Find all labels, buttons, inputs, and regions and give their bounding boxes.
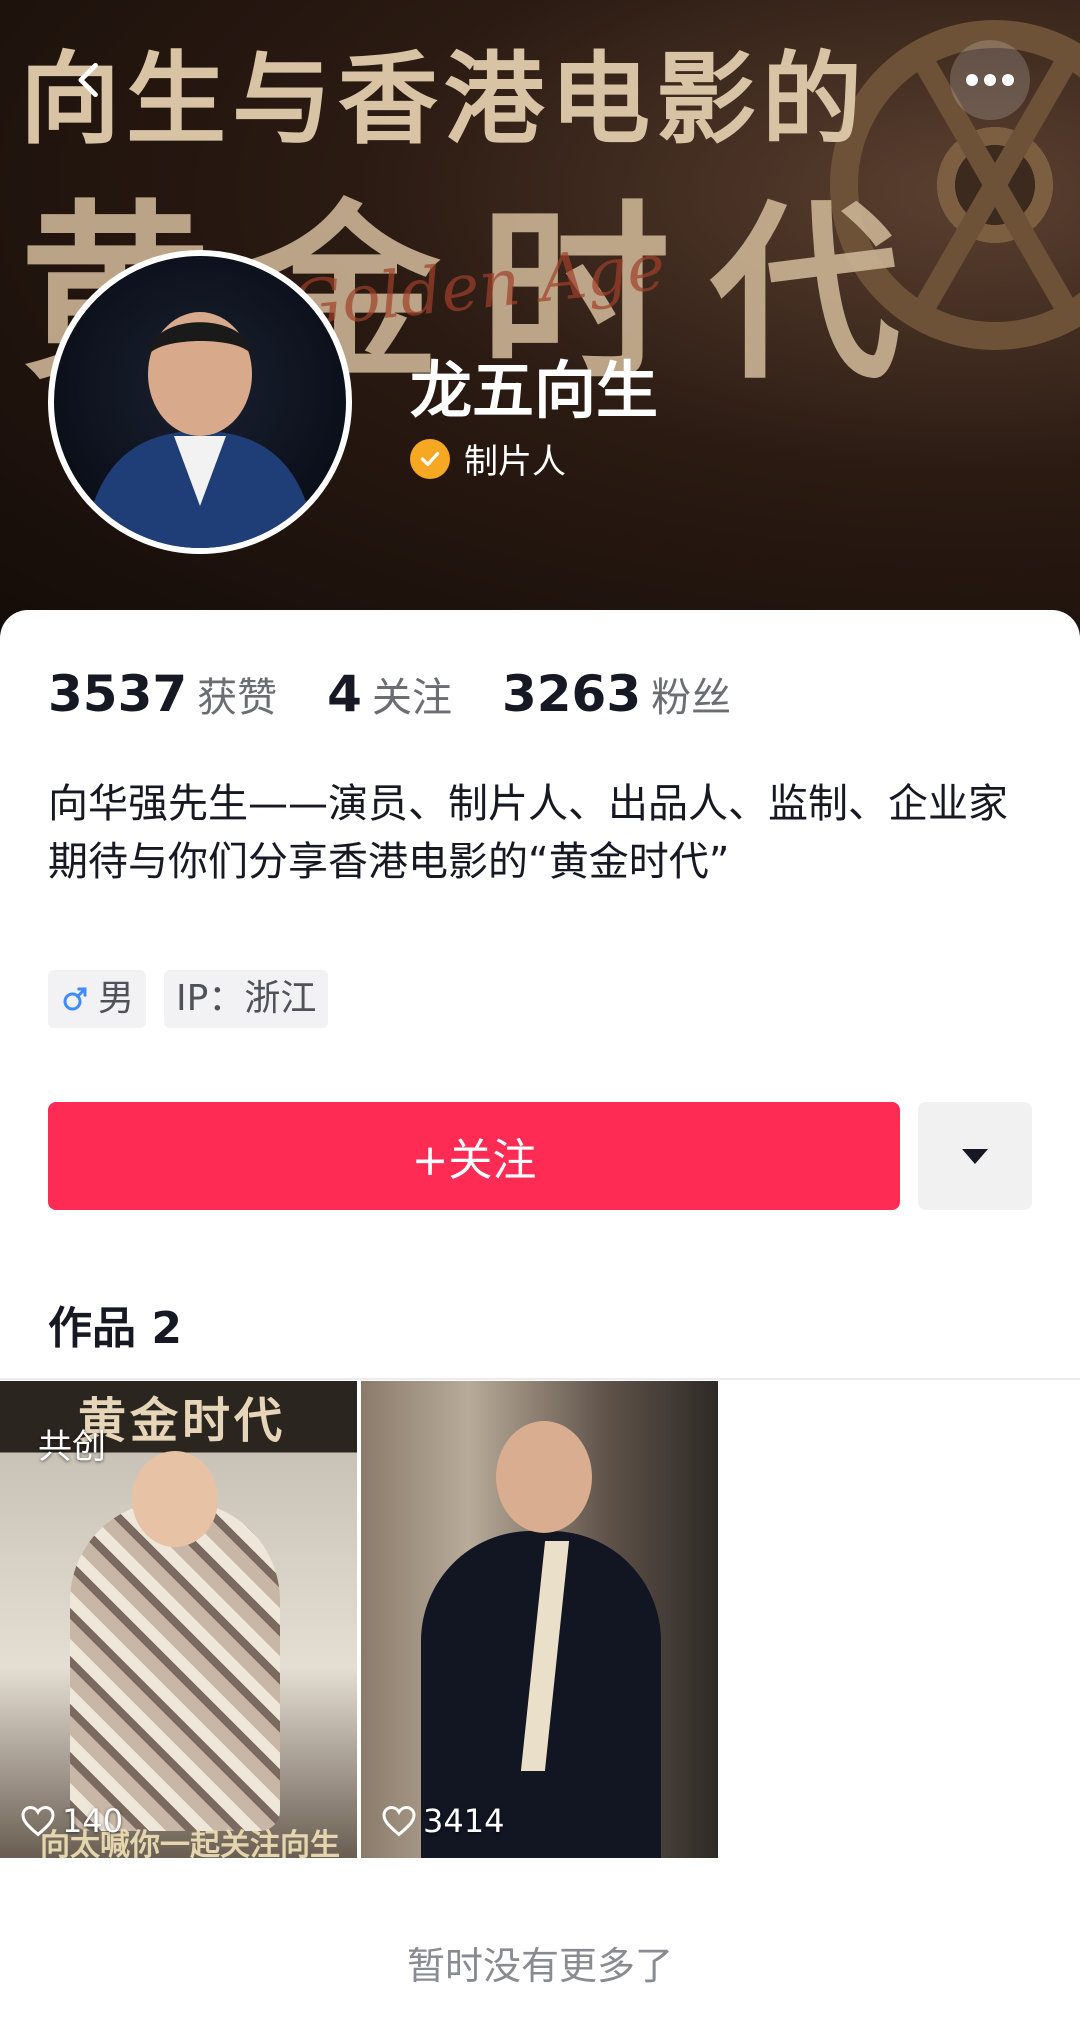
verified-check-icon: [410, 438, 450, 479]
verification-label: 制片人: [464, 442, 566, 482]
more-options-button[interactable]: [950, 40, 1030, 120]
verification-row: 制片人: [410, 434, 566, 483]
stat-value: 4: [327, 665, 362, 723]
video-like-count: 3414: [381, 1802, 504, 1840]
works-grid: 黄金时代 共创 向太喊你一起关注向生 140 3414: [0, 1381, 722, 1858]
stat-label: 粉丝: [651, 675, 732, 721]
stat-following[interactable]: 4 关注: [327, 665, 452, 723]
divider: [0, 1378, 1080, 1380]
more-icon: [966, 74, 1014, 86]
stat-label: 关注: [371, 675, 452, 721]
male-icon: [63, 987, 87, 1011]
end-of-list-note: 暂时没有更多了: [406, 1944, 673, 1988]
stat-value: 3537: [48, 665, 188, 723]
back-button[interactable]: [50, 40, 130, 120]
heart-icon: [382, 1805, 416, 1837]
tags-row: 男 IP：浙江: [48, 970, 346, 1028]
ip-location-tag: IP：浙江: [164, 970, 329, 1028]
gender-tag: 男: [48, 970, 147, 1028]
bio-text: 向华强先生——演员、制片人、出品人、监制、企业家 期待与你们分享香港电影的“黄金…: [48, 775, 1038, 891]
like-count: 3414: [423, 1802, 505, 1840]
video-thumbnail[interactable]: 黄金时代 共创 向太喊你一起关注向生 140: [0, 1381, 357, 1858]
stats-row: 3537 获赞 4 关注 3263 粉丝: [48, 665, 781, 723]
avatar-portrait-icon: [84, 312, 316, 548]
ip-location-label: IP：浙江: [176, 978, 317, 1019]
stat-value: 3263: [501, 665, 642, 723]
stat-label: 获赞: [197, 675, 278, 721]
thumbnail-person-graphic: [70, 1451, 280, 1831]
co-creation-badge: 共创: [38, 1427, 106, 1467]
bio-line: 期待与你们分享香港电影的“黄金时代”: [48, 839, 730, 885]
heart-icon: [21, 1805, 55, 1837]
caret-down-icon: [962, 1149, 988, 1164]
stat-likes[interactable]: 3537 获赞: [48, 665, 277, 723]
profile-name: 龙五向生: [410, 354, 659, 427]
recommend-dropdown-button[interactable]: [918, 1102, 1032, 1210]
video-like-count: 140: [20, 1802, 123, 1840]
profile-banner: 向生与香港电影的 黄金时代 Golden Age 龙五向生 制片人: [0, 0, 1080, 640]
avatar[interactable]: [48, 250, 352, 554]
thumbnail-title-text: 黄金时代: [78, 1393, 287, 1449]
works-tab-title[interactable]: 作品 2: [48, 1292, 182, 1356]
profile-card: 3537 获赞 4 关注 3263 粉丝 向华强先生——演员、制片人、出品人、监…: [0, 610, 1080, 2018]
chevron-left-icon: [78, 62, 98, 98]
like-count: 140: [62, 1802, 124, 1840]
gender-label: 男: [98, 978, 135, 1019]
stat-followers[interactable]: 3263 粉丝: [502, 665, 731, 723]
bio-line: 向华强先生——演员、制片人、出品人、监制、企业家: [48, 781, 1008, 827]
video-thumbnail[interactable]: 3414: [361, 1381, 718, 1858]
follow-button[interactable]: +关注: [48, 1102, 900, 1210]
